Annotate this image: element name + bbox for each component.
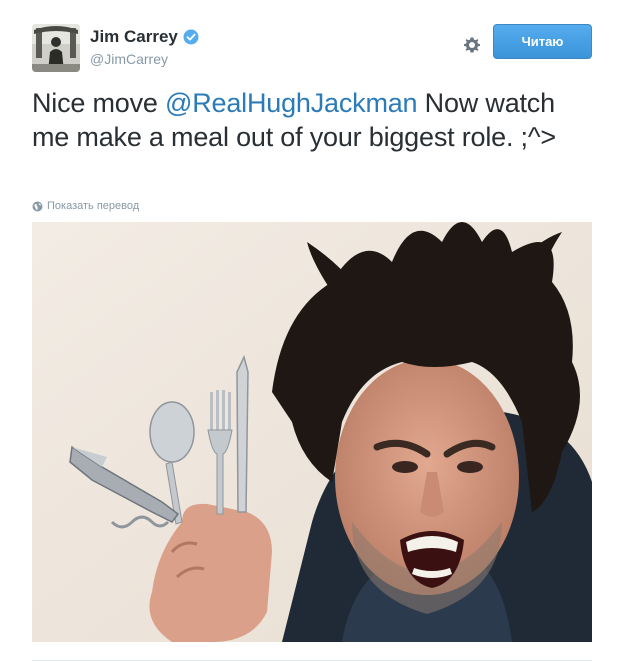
translate-link[interactable]: Показать перевод: [32, 199, 139, 213]
tweet-text: Nice move @RealHughJackman Now watch me …: [32, 86, 597, 154]
fullname-row: Jim Carrey: [90, 26, 199, 48]
tweet-header: Jim Carrey @JimCarrey Читаю: [32, 24, 592, 76]
avatar[interactable]: [32, 24, 80, 72]
globe-icon: [32, 201, 43, 212]
author-fullname[interactable]: Jim Carrey: [90, 27, 178, 47]
divider: [32, 660, 592, 661]
author-username[interactable]: @JimCarrey: [90, 51, 199, 67]
tweet-photo[interactable]: [32, 222, 592, 642]
tweet: Jim Carrey @JimCarrey Читаю Nice move @R…: [0, 0, 623, 666]
translate-label: Показать перевод: [47, 200, 140, 212]
tweet-text-before: Nice move: [32, 88, 166, 118]
author-names: Jim Carrey @JimCarrey: [90, 26, 199, 74]
mention-link[interactable]: @RealHughJackman: [165, 88, 418, 118]
gear-icon[interactable]: [461, 34, 483, 56]
verified-badge-icon: [183, 29, 199, 45]
follow-button[interactable]: Читаю: [493, 24, 592, 59]
